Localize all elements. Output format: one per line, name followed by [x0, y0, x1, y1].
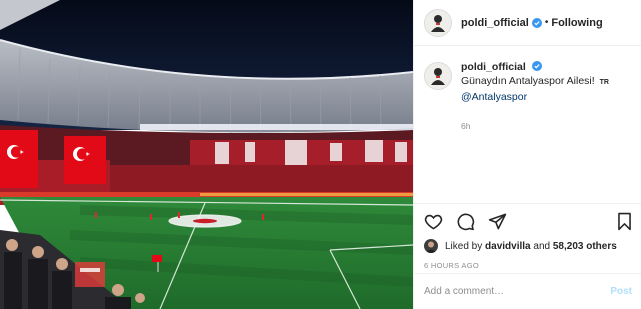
caption-username[interactable]: poldi_official — [461, 61, 526, 73]
separator-dot: • — [544, 17, 549, 28]
stadium-photo — [0, 0, 413, 309]
post-side-panel: poldi_official • Following poldi_officia… — [413, 0, 641, 309]
share-icon[interactable] — [488, 212, 507, 231]
likes-summary: Liked by davidvilla and 58,203 others — [424, 239, 617, 253]
avatar-logo-icon — [425, 9, 451, 36]
liker-username[interactable]: davidvilla — [485, 241, 531, 252]
bookmark-icon[interactable] — [615, 212, 634, 231]
turkey-flag-emoji: TR — [599, 79, 609, 86]
comment-icon[interactable] — [456, 212, 475, 231]
author-username[interactable]: poldi_official — [461, 17, 529, 29]
liker-avatar[interactable] — [424, 239, 438, 253]
likes-joiner: and — [533, 240, 551, 252]
action-icons-row — [424, 212, 507, 232]
likes-count[interactable]: 58,203 others — [553, 241, 617, 252]
post-timeago[interactable]: 6 HOURS AGO — [424, 261, 479, 270]
verified-badge-icon — [531, 61, 542, 71]
caption-body: poldi_official Günaydın Antalyaspor Aile… — [461, 60, 609, 133]
verified-badge-icon — [531, 17, 542, 28]
post-header: poldi_official • Following — [414, 0, 641, 46]
comment-input[interactable] — [424, 286, 594, 297]
following-button[interactable]: Following — [551, 17, 602, 29]
author-avatar[interactable] — [424, 8, 452, 37]
heart-icon[interactable] — [424, 212, 443, 231]
post-comment-button[interactable]: Post — [610, 286, 632, 297]
caption-timestamp[interactable]: 6h — [461, 119, 609, 133]
turkish-flag-left — [0, 130, 38, 188]
mention-link[interactable]: @Antalyaspor — [461, 91, 527, 103]
turkish-flag-right — [64, 136, 106, 184]
comment-box: Post — [414, 273, 641, 309]
caption-text: Günaydın Antalyaspor Ailesi! — [461, 75, 595, 87]
avatar-logo-icon — [425, 63, 451, 89]
caption-author-avatar[interactable] — [424, 62, 452, 90]
post-actions: Liked by davidvilla and 58,203 others 6 … — [414, 203, 641, 273]
post-image[interactable] — [0, 0, 413, 309]
likes-prefix: Liked by — [445, 240, 483, 252]
post-caption: poldi_official Günaydın Antalyaspor Aile… — [424, 60, 636, 133]
